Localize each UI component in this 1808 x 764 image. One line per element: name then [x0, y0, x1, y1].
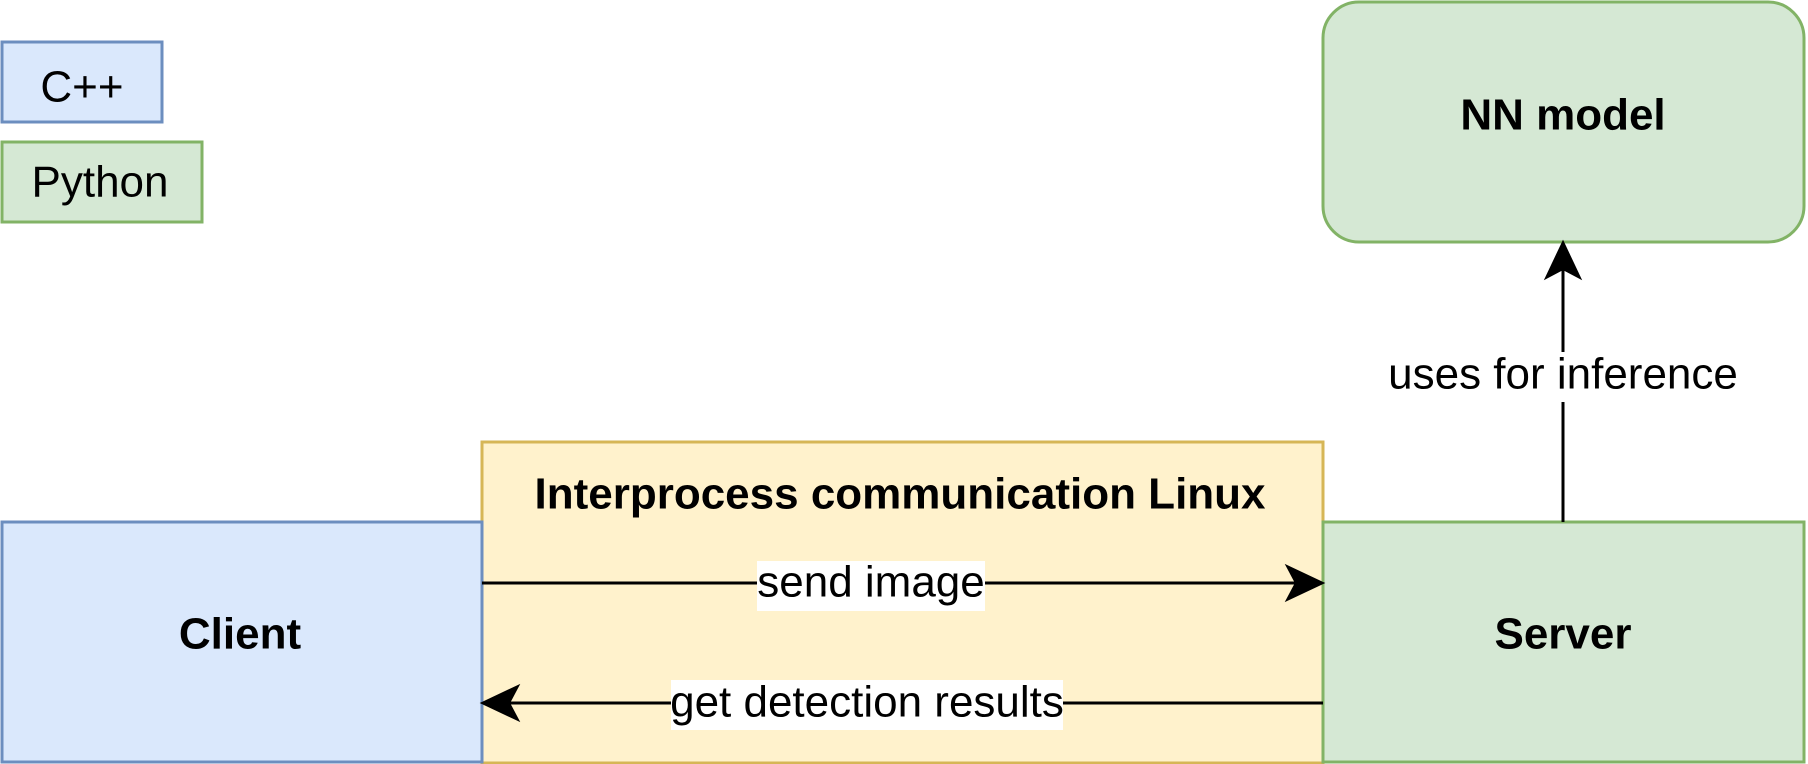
client-label: Client: [179, 610, 302, 659]
nn-model-label: NN model: [1460, 91, 1665, 140]
nn-model-node: NN model: [1321, 0, 1806, 244]
ipc-title: Interprocess communication Linux: [534, 470, 1266, 519]
server-node: Server: [1321, 520, 1806, 764]
legend-python-label: Python: [32, 158, 169, 207]
send-image-label: send image: [757, 558, 984, 607]
legend-cpp-label: C++: [40, 63, 123, 112]
get-results-label: get detection results: [670, 678, 1064, 727]
edge-uses-for-inference: uses for inference: [1386, 239, 1740, 522]
uses-inference-label: uses for inference: [1388, 350, 1738, 399]
architecture-diagram: C++ Python NN model Interprocess communi…: [0, 0, 1806, 764]
server-label: Server: [1494, 610, 1631, 659]
client-node: Client: [0, 520, 484, 764]
legend: C++ Python: [0, 40, 204, 224]
